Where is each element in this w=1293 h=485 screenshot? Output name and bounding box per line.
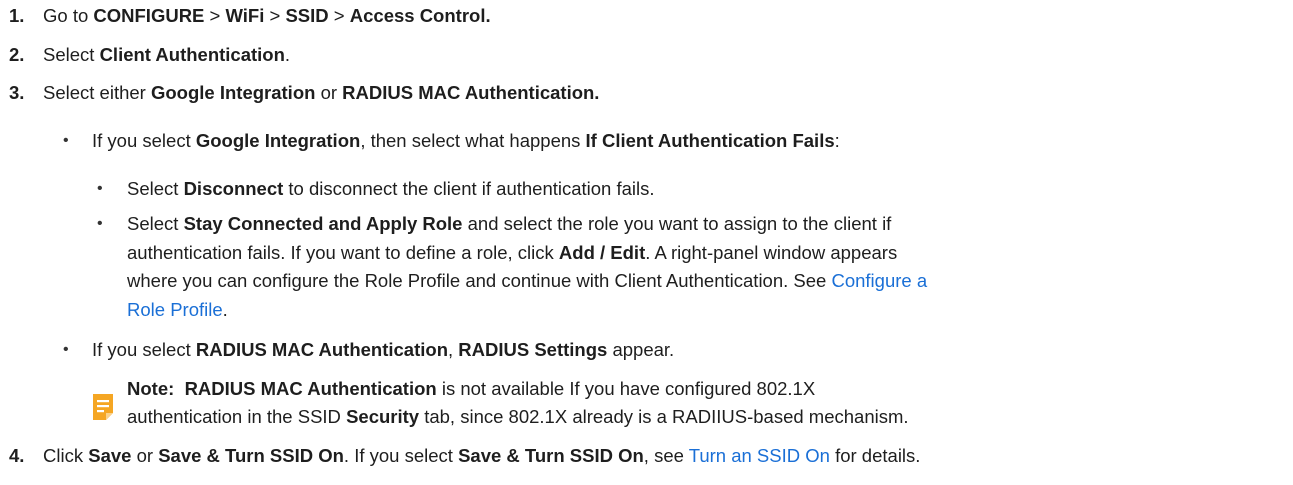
bullet-marker: • [97, 180, 103, 197]
text: . If you select [343, 445, 459, 466]
text-bold: Save & Turn SSID On [158, 445, 344, 466]
bullet-stay-line-1: Select Stay Connected and Apply Role and… [127, 212, 891, 236]
text: If you select [92, 130, 196, 151]
text-bold: RADIUS MAC Authentication. [342, 82, 600, 103]
text-bold: Save [88, 445, 132, 466]
step-1-text: Go to CONFIGURE > WiFi > SSID > Access C… [43, 4, 491, 28]
bullet-disconnect-text: Select Disconnect to disconnect the clie… [127, 177, 655, 201]
note-icon [93, 394, 113, 420]
text-bold: CONFIGURE [93, 5, 205, 26]
text: > [204, 5, 226, 26]
text: > [264, 5, 286, 26]
text: Click [43, 445, 89, 466]
text: tab, since 802.1X already is a RADIIUS-b… [419, 406, 909, 427]
note-line-1: Note: RADIUS MAC Authentication is not a… [127, 377, 815, 401]
text: or [315, 82, 343, 103]
text: : [834, 130, 840, 151]
text: is not available If you have configured … [436, 378, 816, 399]
text: , [448, 339, 459, 360]
text-bold: SSID [285, 5, 329, 26]
text: Select [127, 178, 184, 199]
text: for details. [829, 445, 921, 466]
step-number: 1. [9, 5, 25, 26]
note-label: Note: [127, 378, 185, 399]
text: . [284, 44, 291, 65]
bullet-marker: • [97, 215, 103, 232]
text: , see [643, 445, 689, 466]
text: . A right-panel window appears [645, 242, 898, 263]
text: > [328, 5, 350, 26]
text-bold: WiFi [225, 5, 265, 26]
turn-ssid-on-link[interactable]: Turn an SSID On [689, 445, 830, 466]
bullet-radius-text: If you select RADIUS MAC Authentication,… [92, 338, 674, 362]
text: appear. [607, 339, 675, 360]
configure-role-profile-link[interactable]: Role Profile [127, 299, 223, 320]
text: , then select what happens [360, 130, 586, 151]
text: authentication in the SSID [127, 406, 347, 427]
bullet-stay-line-4: Role Profile. [127, 298, 228, 322]
bullet-stay-line-3: where you can configure the Role Profile… [127, 269, 927, 293]
text: . [222, 299, 228, 320]
step-4-text: Click Save or Save & Turn SSID On. If yo… [43, 444, 920, 468]
step-number: 3. [9, 82, 25, 103]
note-line-2: authentication in the SSID Security tab,… [127, 405, 909, 429]
step-2-text: Select Client Authentication. [43, 43, 290, 67]
text: If you select [92, 339, 196, 360]
text: Go to [43, 5, 94, 26]
step-number: 2. [9, 44, 25, 65]
bullet-marker: • [63, 341, 69, 358]
text: Select [127, 213, 184, 234]
text: where you can configure the Role Profile… [127, 270, 832, 291]
text-bold: Client Authentication [99, 44, 285, 65]
bullet-google-text: If you select Google Integration, then s… [92, 129, 840, 153]
text-bold: Save & Turn SSID On [458, 445, 644, 466]
text-bold: Google Integration [150, 82, 316, 103]
text-bold: If Client Authentication Fails [585, 130, 835, 151]
text: and select the role you want to assign t… [462, 213, 892, 234]
text-bold: Stay Connected and Apply Role [183, 213, 463, 234]
step-3-text: Select either Google Integration or RADI… [43, 81, 599, 105]
configure-role-profile-link[interactable]: Configure a [831, 270, 927, 291]
text-bold: Google Integration [195, 130, 361, 151]
text-bold: RADIUS MAC Authentication [184, 378, 437, 399]
text: or [131, 445, 159, 466]
text: Select either [43, 82, 151, 103]
step-number: 4. [9, 445, 25, 466]
text-bold: RADIUS Settings [458, 339, 608, 360]
text: Select [43, 44, 100, 65]
text: to disconnect the client if authenticati… [283, 178, 655, 199]
text: authentication fails. If you want to def… [127, 242, 559, 263]
bullet-stay-line-2: authentication fails. If you want to def… [127, 241, 897, 265]
text-bold: Add / Edit [558, 242, 646, 263]
text-bold: RADIUS MAC Authentication [195, 339, 448, 360]
text-bold: Disconnect [183, 178, 284, 199]
bullet-marker: • [63, 132, 69, 149]
text-bold: Security [346, 406, 420, 427]
text-bold: Access Control. [349, 5, 491, 26]
